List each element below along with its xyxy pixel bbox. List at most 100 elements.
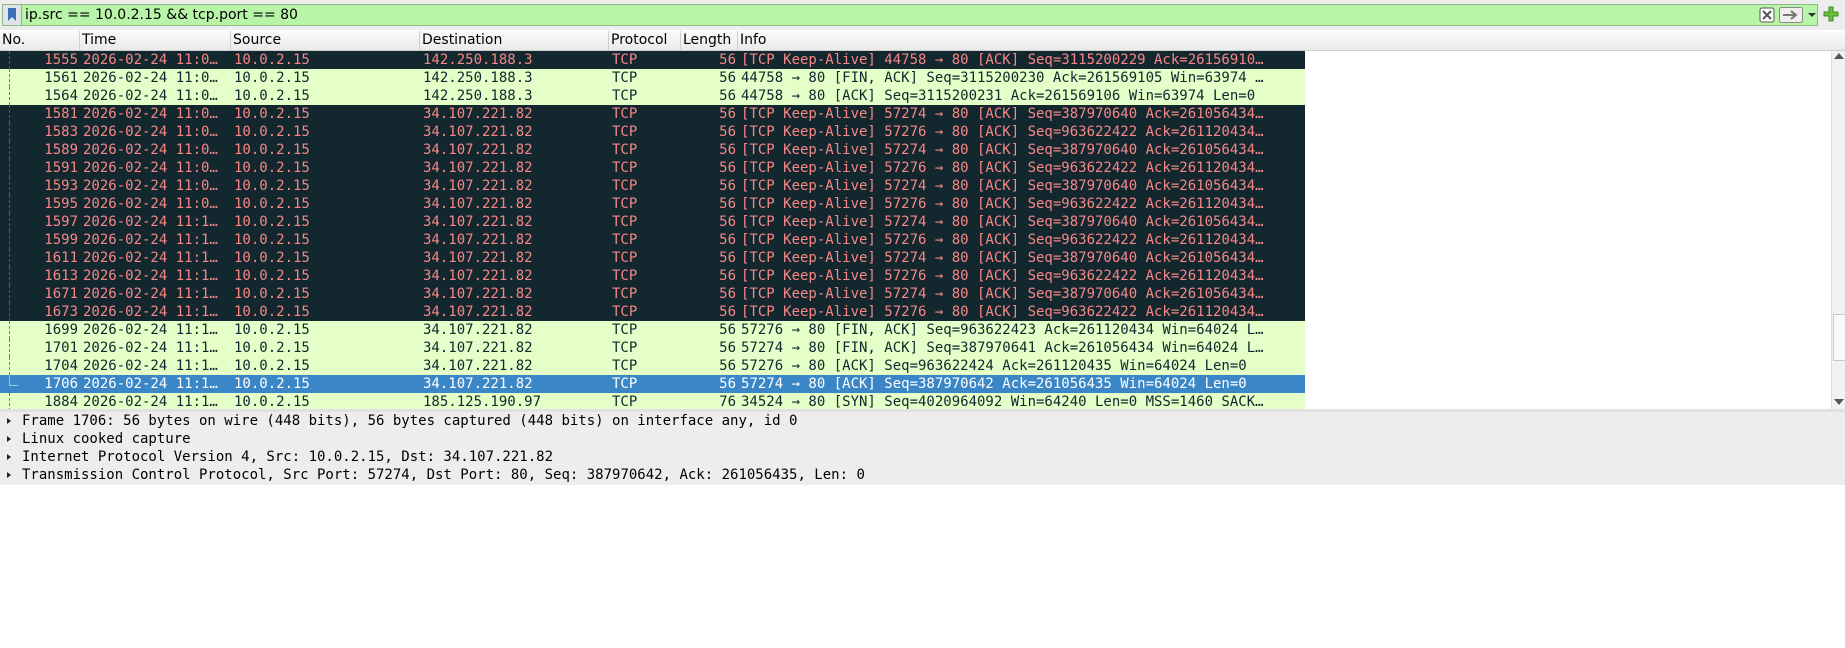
packet-length: 56 [719, 304, 736, 320]
packet-length: 76 [719, 394, 736, 409]
packet-rows: 1555 2026-02-24 11:0… 10.0.2.15 142.250.188… [0, 51, 1305, 409]
packet-protocol: TCP [612, 88, 638, 104]
packet-list-scrollbar[interactable] [1831, 51, 1845, 409]
packet-info: [TCP Keep-Alive] 57276 → 80 [ACK] Seq=96… [741, 124, 1264, 140]
packet-row[interactable]: 1593 2026-02-24 11:0… 10.0.2.15 34.107.221.… [0, 177, 1305, 195]
packet-source: 10.0.2.15 [234, 322, 310, 338]
packet-protocol: TCP [612, 142, 638, 158]
packet-length: 56 [719, 142, 736, 158]
bookmark-icon[interactable] [3, 5, 22, 25]
packet-time: 2026-02-24 11:1… [83, 358, 218, 374]
expand-arrow-icon[interactable] [7, 472, 11, 478]
packet-row[interactable]: 1599 2026-02-24 11:1… 10.0.2.15 34.107.221.… [0, 231, 1305, 249]
packet-row[interactable]: 1589 2026-02-24 11:0… 10.0.2.15 34.107.221.… [0, 141, 1305, 159]
packet-protocol: TCP [612, 358, 638, 374]
packet-info: 44758 → 80 [FIN, ACK] Seq=3115200230 Ack… [741, 70, 1264, 86]
packet-row[interactable]: 1611 2026-02-24 11:1… 10.0.2.15 34.107.221.… [0, 249, 1305, 267]
column-header-no[interactable]: No. [0, 31, 80, 50]
packet-number: 1564 [44, 88, 78, 104]
packet-row[interactable]: 1704 2026-02-24 11:1… 10.0.2.15 34.107.221.… [0, 357, 1305, 375]
packet-protocol: TCP [612, 196, 638, 212]
packet-source: 10.0.2.15 [234, 340, 310, 356]
packet-length: 56 [719, 196, 736, 212]
scroll-down-icon[interactable] [1834, 399, 1844, 405]
packet-row[interactable]: 1583 2026-02-24 11:0… 10.0.2.15 34.107.221.… [0, 123, 1305, 141]
packet-length: 56 [719, 268, 736, 284]
packet-destination: 34.107.221.82 [423, 322, 533, 338]
detail-text: Frame 1706: 56 bytes on wire (448 bits),… [22, 413, 798, 429]
column-header-destination[interactable]: Destination [420, 31, 609, 50]
column-header-length[interactable]: Length [681, 31, 738, 50]
packet-time: 2026-02-24 11:1… [83, 394, 218, 409]
packet-protocol: TCP [612, 322, 638, 338]
packet-info: [TCP Keep-Alive] 57276 → 80 [ACK] Seq=96… [741, 196, 1264, 212]
packet-list: No. Time Source Destination Protocol Len… [0, 31, 1845, 409]
column-header-protocol[interactable]: Protocol [609, 31, 681, 50]
packet-time: 2026-02-24 11:1… [83, 232, 218, 248]
packet-protocol: TCP [612, 178, 638, 194]
add-filter-plus-icon[interactable] [1822, 5, 1840, 23]
packet-destination: 34.107.221.82 [423, 268, 533, 284]
packet-row[interactable]: 1701 2026-02-24 11:1… 10.0.2.15 34.107.221.… [0, 339, 1305, 357]
packet-info: [TCP Keep-Alive] 57274 → 80 [ACK] Seq=38… [741, 286, 1264, 302]
detail-row-linux-cooked[interactable]: Linux cooked capture [0, 430, 1845, 448]
packet-list-header: No. Time Source Destination Protocol Len… [0, 31, 1845, 51]
packet-source: 10.0.2.15 [234, 196, 310, 212]
detail-text: Linux cooked capture [22, 431, 191, 447]
expand-arrow-icon[interactable] [7, 436, 11, 442]
packet-destination: 185.125.190.97 [423, 394, 542, 409]
packet-destination: 34.107.221.82 [423, 304, 533, 320]
column-header-info[interactable]: Info [738, 31, 1831, 50]
packet-destination: 142.250.188.3 [423, 88, 533, 104]
detail-row-frame[interactable]: Frame 1706: 56 bytes on wire (448 bits),… [0, 412, 1845, 430]
column-header-time[interactable]: Time [80, 31, 231, 50]
packet-length: 56 [719, 70, 736, 86]
packet-length: 56 [719, 250, 736, 266]
clear-filter-icon[interactable] [1759, 7, 1775, 23]
display-filter-input[interactable]: ip.src == 10.0.2.15 && tcp.port == 80 [2, 4, 1818, 26]
column-header-source[interactable]: Source [231, 31, 420, 50]
packet-source: 10.0.2.15 [234, 88, 310, 104]
packet-row[interactable]: 1555 2026-02-24 11:0… 10.0.2.15 142.250.188… [0, 51, 1305, 69]
packet-row[interactable]: 1595 2026-02-24 11:0… 10.0.2.15 34.107.221.… [0, 195, 1305, 213]
scroll-up-icon[interactable] [1834, 53, 1844, 59]
packet-source: 10.0.2.15 [234, 160, 310, 176]
packet-row[interactable]: 1597 2026-02-24 11:1… 10.0.2.15 34.107.221.… [0, 213, 1305, 231]
packet-row[interactable]: 1564 2026-02-24 11:0… 10.0.2.15 142.250.188… [0, 87, 1305, 105]
packet-row[interactable]: 1671 2026-02-24 11:1… 10.0.2.15 34.107.221.… [0, 285, 1305, 303]
packet-row[interactable]: 1613 2026-02-24 11:1… 10.0.2.15 34.107.221.… [0, 267, 1305, 285]
detail-row-ipv4[interactable]: Internet Protocol Version 4, Src: 10.0.2… [0, 448, 1845, 466]
packet-destination: 34.107.221.82 [423, 142, 533, 158]
packet-number: 1583 [44, 124, 78, 140]
packet-number: 1704 [44, 358, 78, 374]
packet-time: 2026-02-24 11:0… [83, 142, 218, 158]
packet-row[interactable]: 1706 2026-02-24 11:1… 10.0.2.15 34.107.221.… [0, 375, 1305, 393]
apply-filter-arrow-icon[interactable] [1779, 7, 1803, 23]
packet-row[interactable]: 1884 2026-02-24 11:1… 10.0.2.15 185.125.190… [0, 393, 1305, 409]
expand-arrow-icon[interactable] [7, 454, 11, 460]
packet-length: 56 [719, 376, 736, 392]
packet-row[interactable]: 1591 2026-02-24 11:0… 10.0.2.15 34.107.221.… [0, 159, 1305, 177]
packet-row[interactable]: 1673 2026-02-24 11:1… 10.0.2.15 34.107.221.… [0, 303, 1305, 321]
packet-time: 2026-02-24 11:0… [83, 160, 218, 176]
detail-row-tcp[interactable]: Transmission Control Protocol, Src Port:… [0, 466, 1845, 484]
packet-destination: 34.107.221.82 [423, 250, 533, 266]
expand-arrow-icon[interactable] [7, 418, 11, 424]
packet-length: 56 [719, 106, 736, 122]
packet-number: 1555 [44, 52, 78, 68]
packet-row[interactable]: 1561 2026-02-24 11:0… 10.0.2.15 142.250.188… [0, 69, 1305, 87]
packet-number: 1581 [44, 106, 78, 122]
packet-source: 10.0.2.15 [234, 178, 310, 194]
packet-destination: 34.107.221.82 [423, 232, 533, 248]
filter-expression[interactable]: ip.src == 10.0.2.15 && tcp.port == 80 [25, 7, 298, 23]
packet-row[interactable]: 1699 2026-02-24 11:1… 10.0.2.15 34.107.221.… [0, 321, 1305, 339]
packet-time: 2026-02-24 11:0… [83, 52, 218, 68]
packet-destination: 34.107.221.82 [423, 214, 533, 230]
packet-protocol: TCP [612, 70, 638, 86]
packet-row[interactable]: 1581 2026-02-24 11:0… 10.0.2.15 34.107.221.… [0, 105, 1305, 123]
packet-source: 10.0.2.15 [234, 358, 310, 374]
packet-destination: 34.107.221.82 [423, 376, 533, 392]
scroll-thumb[interactable] [1833, 314, 1845, 361]
packet-source: 10.0.2.15 [234, 70, 310, 86]
chevron-down-icon[interactable] [1806, 7, 1818, 23]
